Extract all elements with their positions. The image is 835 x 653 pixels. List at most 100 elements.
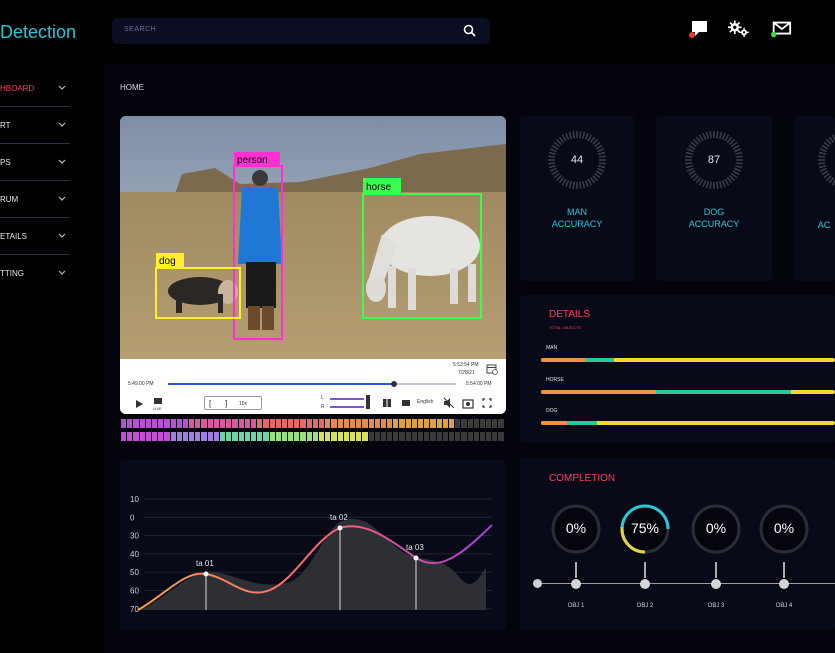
volume-bar[interactable] — [366, 395, 370, 409]
gauge-tick — [718, 181, 723, 189]
sidebar-item-setting[interactable]: TTING — [0, 255, 70, 292]
play-icon[interactable] — [135, 399, 144, 409]
annotation-point[interactable] — [203, 571, 209, 577]
lane-r-slider[interactable] — [330, 406, 364, 408]
meter-segment — [127, 419, 133, 428]
gauge-tick — [565, 132, 570, 140]
meter-segment — [250, 432, 257, 441]
video-controls: 5:53:54 PM 7/28/21 5:49:00 PM 5:54:00 PM… — [120, 359, 506, 414]
meter-segment — [257, 419, 263, 428]
meter-segment — [275, 419, 281, 428]
search-placeholder: SEARCH — [124, 26, 157, 33]
sidebar-item-rt[interactable]: RT — [0, 107, 70, 144]
meter-segment — [436, 419, 442, 428]
chevron-down-icon — [58, 159, 66, 164]
gauge-tick — [818, 155, 826, 158]
meter-segment — [189, 432, 195, 441]
meter-segment — [170, 419, 176, 428]
live-icon[interactable] — [153, 397, 163, 405]
timeline-handle[interactable] — [391, 381, 397, 387]
details-progress-bar — [541, 390, 835, 394]
lane-l-slider[interactable] — [330, 398, 364, 400]
gauge-tick — [581, 131, 586, 139]
sidebar-item-label: TTING — [0, 269, 24, 278]
meter-segment — [182, 419, 189, 428]
details-title: DETAILS — [549, 309, 590, 320]
meter-segment — [145, 419, 151, 428]
meter-segment — [281, 419, 288, 428]
completion-dot[interactable] — [711, 579, 721, 589]
gauge-tick — [705, 131, 710, 139]
completion-dot[interactable] — [640, 579, 650, 589]
gauge-tick — [553, 141, 561, 148]
detection-label-person: person — [237, 155, 268, 166]
meter-segment — [189, 419, 195, 428]
sidebar-item-forum[interactable]: RUM — [0, 181, 70, 218]
language-label[interactable]: English — [417, 399, 433, 405]
sidebar-item-dashboard[interactable]: HBOARD — [0, 70, 70, 107]
meter-segment — [387, 432, 393, 441]
fullscreen-icon[interactable] — [482, 398, 492, 408]
meter-segment — [269, 432, 275, 441]
gauge-tick — [579, 131, 582, 139]
meter-segment — [343, 419, 349, 428]
meter-segment — [170, 432, 176, 441]
mute-icon[interactable] — [443, 397, 455, 409]
gauge-tick — [728, 174, 736, 182]
search-icon[interactable] — [462, 23, 478, 39]
search-bar[interactable]: SEARCH — [112, 18, 490, 44]
mail-icon[interactable] — [770, 18, 792, 40]
chat-icon[interactable] — [688, 18, 710, 40]
meter-segment — [151, 419, 158, 428]
gears-icon[interactable] — [728, 18, 750, 40]
segment-controls[interactable]: [ ] 10x — [204, 396, 262, 410]
gauge-tick — [721, 132, 726, 140]
video-player[interactable]: person horse dog 5:53:54 PM 7/28/21 5:49… — [120, 116, 506, 414]
sidebar-item-ps[interactable]: PS — [0, 144, 70, 181]
gauge-tick — [549, 167, 557, 172]
annotation-point[interactable] — [337, 525, 343, 531]
accuracy-card-dog: 87 DOG ACCURACY — [656, 116, 772, 281]
background-area — [140, 518, 486, 610]
chevron-down-icon — [58, 122, 66, 127]
completion-dot[interactable] — [779, 579, 789, 589]
gauge-tick — [558, 136, 565, 144]
completion-dot[interactable] — [571, 579, 581, 589]
calendar-icon[interactable] — [486, 363, 498, 375]
speed-value[interactable]: 10x — [239, 401, 247, 407]
camera-icon[interactable] — [462, 397, 474, 409]
meter-segment — [244, 432, 250, 441]
completion-stem — [575, 562, 577, 578]
video-frame: person horse dog — [120, 116, 506, 359]
gauge-tick — [587, 134, 593, 142]
gauge-tick — [595, 144, 603, 150]
meter-segment — [319, 432, 325, 441]
meter-segment — [288, 432, 294, 441]
meter-segment — [207, 432, 213, 441]
gauge-tick — [698, 134, 704, 142]
sidebar-item-label: RUM — [0, 195, 19, 204]
gauge-tick — [726, 176, 733, 184]
book-icon[interactable] — [382, 398, 392, 408]
meter-segment — [325, 419, 331, 428]
gauge-tick — [730, 172, 738, 179]
bracket-open-button[interactable]: [ — [209, 399, 211, 408]
gauge-tick — [584, 132, 589, 140]
gauge-tick — [716, 131, 719, 139]
gauge-tick — [686, 148, 694, 153]
meter-segment — [238, 432, 244, 441]
meter-segment — [455, 419, 461, 428]
meter-segment — [486, 419, 492, 428]
completion-value: 0% — [565, 520, 587, 536]
meter-segment — [473, 432, 479, 441]
meter-segment — [133, 419, 139, 428]
gauge-tick — [591, 138, 599, 146]
annotation-point[interactable] — [413, 555, 419, 561]
accuracy-label: DOG ACCURACY — [688, 207, 740, 229]
meter-segment — [288, 419, 294, 428]
caption-icon[interactable] — [401, 398, 411, 408]
bracket-close-button[interactable]: ] — [225, 399, 227, 408]
sidebar-item-details[interactable]: ETAILS — [0, 218, 70, 255]
y-tick-label: 40 — [130, 550, 139, 559]
timeline-track[interactable] — [168, 381, 456, 387]
